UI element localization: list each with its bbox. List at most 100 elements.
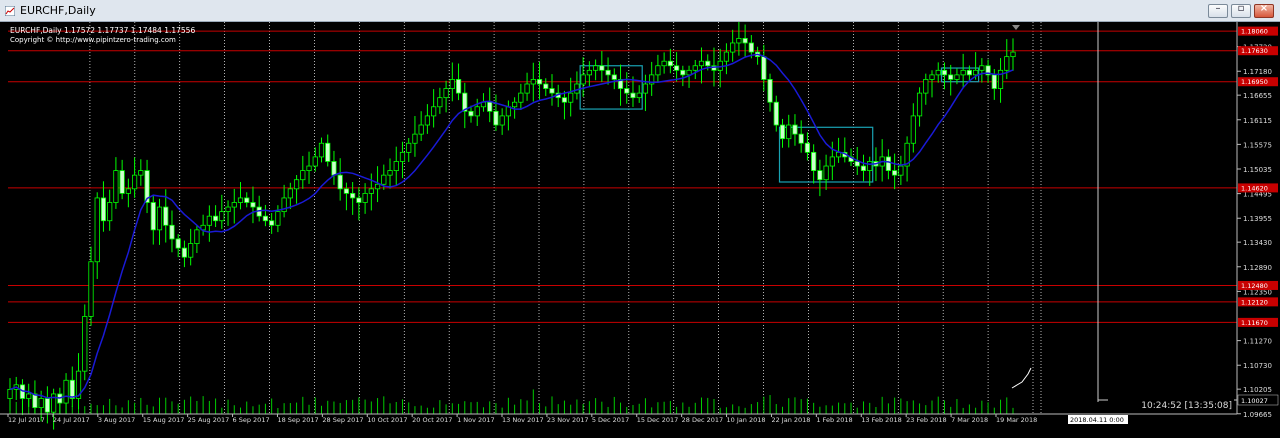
time-tick-label: 20 Oct 2017 <box>412 416 452 424</box>
price-tick-label: 1.13430 <box>1243 239 1272 247</box>
price-tick-label: 1.10730 <box>1243 362 1272 370</box>
candle-body <box>524 83 530 94</box>
candle-body <box>916 92 923 117</box>
candle-body <box>38 398 44 409</box>
candle-body <box>181 247 188 258</box>
copyright-label: Copyright © http://www.pipintzero-tradin… <box>10 36 176 44</box>
candle-body <box>318 142 325 158</box>
restore-icon: ▫ <box>1237 3 1245 14</box>
time-tick-label: 28 Dec 2017 <box>682 416 724 424</box>
candle-body <box>748 42 754 53</box>
price-chart[interactable]: 1.177201.171801.166551.161151.155751.150… <box>0 20 1280 434</box>
candle-body <box>536 79 543 85</box>
candle-body <box>393 161 399 171</box>
candle-body <box>156 206 163 231</box>
candle-body <box>549 88 555 94</box>
candle-body <box>611 74 617 80</box>
price-tick-label: 1.11270 <box>1243 338 1272 346</box>
time-tick-label: 3 Aug 2017 <box>98 416 136 424</box>
window-title: EURCHF,Daily <box>20 4 96 17</box>
price-tick-label: 1.17180 <box>1243 68 1272 76</box>
candle-body <box>69 379 75 399</box>
candle-body <box>973 69 979 76</box>
price-tick-label: 1.09665 <box>1243 411 1272 419</box>
time-tick-label: 5 Dec 2017 <box>592 416 629 424</box>
candle-body <box>424 115 430 126</box>
candle-body <box>779 124 786 140</box>
time-tick-label: 12 Jul 2017 <box>8 416 45 424</box>
candle-body <box>131 174 138 190</box>
time-tick-label: 28 Sep 2017 <box>322 416 363 424</box>
volume-value: 1.10027 <box>1241 397 1268 405</box>
candle-body <box>63 379 69 404</box>
candle-body <box>811 151 817 171</box>
candle-body <box>680 69 686 76</box>
candle-body <box>100 197 107 222</box>
candle-body <box>885 156 892 171</box>
candle-body <box>150 202 156 231</box>
candle-body <box>1004 56 1010 71</box>
candle-body <box>568 92 574 103</box>
price-tick-label: 1.10205 <box>1243 386 1272 394</box>
candle-body <box>705 60 711 67</box>
price-tick-label: 1.15035 <box>1243 166 1272 174</box>
candle-body <box>169 224 175 240</box>
time-tick-label: 6 Sep 2017 <box>233 416 270 424</box>
candle-body <box>455 79 462 94</box>
candle-body <box>418 124 424 135</box>
candle-body <box>723 51 730 62</box>
candle-body <box>7 388 13 399</box>
time-tick-label: 15 Dec 2017 <box>637 416 679 424</box>
candle-body <box>262 215 269 222</box>
candle-body <box>1010 51 1016 58</box>
time-tick-label: 23 Feb 2018 <box>906 416 946 424</box>
candle-body <box>530 79 536 85</box>
time-tick-label: 19 Mar 2018 <box>996 416 1037 424</box>
candle-body <box>966 69 972 76</box>
level-label: 1.14620 <box>1241 184 1268 192</box>
candle-body <box>698 60 705 67</box>
candle-body <box>437 97 443 108</box>
candle-body <box>487 101 493 112</box>
candle-body <box>661 60 667 67</box>
candle-body <box>991 74 997 89</box>
time-tick-label: 24 Jul 2017 <box>53 416 90 424</box>
candle-body <box>624 88 630 94</box>
crosshair-date: 2018.04.11 0:00 <box>1070 416 1124 424</box>
candle-body <box>107 202 113 222</box>
time-tick-label: 23 Nov 2017 <box>547 416 589 424</box>
candle-body <box>493 110 499 126</box>
chart-area[interactable]: 1.177201.171801.166551.161151.155751.150… <box>0 20 1280 434</box>
candle-body <box>829 156 835 167</box>
candle-body <box>867 161 873 171</box>
minimize-button[interactable]: – <box>1208 3 1228 18</box>
ohlc-header: EURCHF,Daily 1.17572 1.17737 1.17484 1.1… <box>10 26 195 35</box>
level-label: 1.17630 <box>1241 47 1268 55</box>
time-scale: 12 Jul 2017 24 Jul 2017 3 Aug 2017 15 Aug 2… <box>7 414 1037 424</box>
candle-body <box>406 142 412 153</box>
candle-body <box>773 101 779 126</box>
candle-body <box>374 183 381 190</box>
candle-body <box>125 188 131 194</box>
candle-body <box>250 202 256 208</box>
close-button[interactable]: × <box>1254 3 1274 18</box>
candle-body <box>237 197 244 203</box>
candle-body <box>586 69 592 76</box>
restore-button[interactable]: ▫ <box>1231 3 1251 18</box>
candle-body <box>44 398 50 413</box>
candle-body <box>88 261 94 317</box>
candle-body <box>767 79 773 103</box>
window-titlebar: EURCHF,Daily – ▫ × <box>0 0 1280 22</box>
candle-body <box>593 65 599 71</box>
candle-body <box>667 60 673 67</box>
level-label: 1.16950 <box>1241 78 1268 86</box>
candle-body <box>792 124 798 135</box>
candle-body <box>954 74 960 80</box>
candle-body <box>655 65 661 76</box>
time-tick-label: 18 Sep 2017 <box>277 416 318 424</box>
candle-body <box>929 74 935 80</box>
server-clock: 10:24:52 [13:35:08] <box>1141 401 1232 411</box>
candle-body <box>368 188 374 194</box>
candle-body <box>468 110 474 117</box>
candle-body <box>225 206 231 213</box>
